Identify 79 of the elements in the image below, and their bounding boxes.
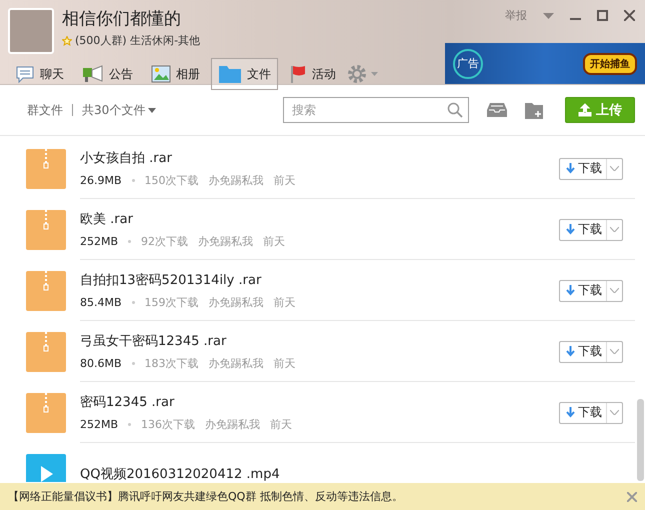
chevron-down-icon[interactable] [610,349,619,354]
download-count: 159次下载 [144,295,199,310]
uploader-name: 办免踢私我 [208,173,264,188]
download-button[interactable]: 下载 [559,158,623,180]
ad-label: 广告 [453,48,483,78]
file-size: 26.9MB [80,174,122,187]
scrollbar-thumb[interactable] [637,399,644,481]
tab[interactable]: 文件 [211,58,278,90]
ad-banner[interactable]: 广告 开始捕鱼 [445,43,645,84]
file-name[interactable]: 密码12345 .rar [80,393,559,411]
inbox-tray-icon[interactable] [487,102,507,118]
video-file-icon [26,454,66,482]
download-arrow-icon [566,163,575,174]
settings-icon[interactable] [347,64,379,84]
caret-icon[interactable] [148,108,156,112]
upload-date: 前天 [263,234,286,249]
uploader-name: 办免踢私我 [205,417,260,432]
avatar-placeholder [8,8,54,54]
megaphone-icon [82,64,104,84]
file-size: 252MB [80,418,118,431]
download-arrow-icon [566,224,575,235]
tab[interactable]: 相册 [144,58,207,90]
download-arrow-icon [566,346,575,357]
download-count: 183次下载 [144,356,199,371]
folder-icon [218,64,242,84]
file-name[interactable]: 欧美 .rar [80,210,559,228]
download-arrow-icon [566,285,575,296]
search-icon[interactable] [447,102,463,118]
maximize-icon[interactable] [597,10,608,21]
zip-file-icon [26,148,66,188]
breadcrumb[interactable]: 群文件 [27,102,63,118]
download-count: 92次下载 [141,234,188,249]
star-icon [62,36,72,46]
zip-file-icon [26,332,66,372]
file-size: 85.4MB [80,296,122,309]
chevron-down-icon[interactable] [610,288,619,293]
tab[interactable]: 活动 [282,58,343,90]
download-button[interactable]: 下载 [559,218,623,240]
chevron-down-icon[interactable] [610,227,619,232]
group-name: 相信你们都懂的 [62,9,182,29]
flag-icon [289,64,307,84]
uploader-name: 办免踢私我 [198,234,254,249]
download-button[interactable]: 下载 [559,402,623,424]
chevron-down-icon[interactable] [610,166,619,171]
upload-date: 前天 [270,417,292,432]
new-folder-icon[interactable] [525,102,545,118]
upload-date: 前天 [274,295,296,310]
notice-text: 【网络正能量倡议书】腾讯呼吁网友共建绿色QQ群 抵制色情、反动等违法信息。 [8,489,404,504]
ad-start-button[interactable]: 开始捕鱼 [583,52,637,74]
file-name[interactable]: QQ视频20160312020412 .mp4 [80,464,623,482]
file-size: 252MB [80,235,118,248]
zip-file-icon [26,210,66,250]
download-arrow-icon [566,407,575,418]
uploader-name: 办免踢私我 [208,356,264,371]
dropdown-caret-icon[interactable] [543,12,554,18]
tab[interactable]: 聊天 [8,58,71,90]
download-count: 150次下载 [144,173,199,188]
picture-icon [151,65,171,83]
download-button[interactable]: 下载 [559,340,623,362]
zip-file-icon [26,392,66,432]
file-count-dropdown[interactable]: 共30个文件 [82,102,156,118]
file-name[interactable]: 弓虽女干密码12345 .rar [80,332,559,350]
close-icon[interactable] [624,10,635,21]
download-count: 136次下载 [141,417,196,432]
file-name[interactable]: 自拍扣13密码5201314ily .rar [80,271,559,289]
chat-bubble-icon [15,64,35,84]
group-info: (500人群) 生活休闲-其他 [75,33,200,48]
upload-date: 前天 [274,173,296,188]
file-size: 80.6MB [80,357,122,370]
close-icon[interactable] [627,492,637,502]
uploader-name: 办免踢私我 [208,295,264,310]
chevron-down-icon[interactable] [610,410,619,415]
upload-date: 前天 [274,356,296,371]
download-button[interactable]: 下载 [559,280,623,302]
upload-arrow-icon [578,103,592,117]
tab[interactable]: 公告 [75,58,140,90]
search-field[interactable]: 搜索 [283,97,469,123]
file-name[interactable]: 小女孩自拍 .rar [80,149,559,167]
zip-file-icon [26,270,66,310]
